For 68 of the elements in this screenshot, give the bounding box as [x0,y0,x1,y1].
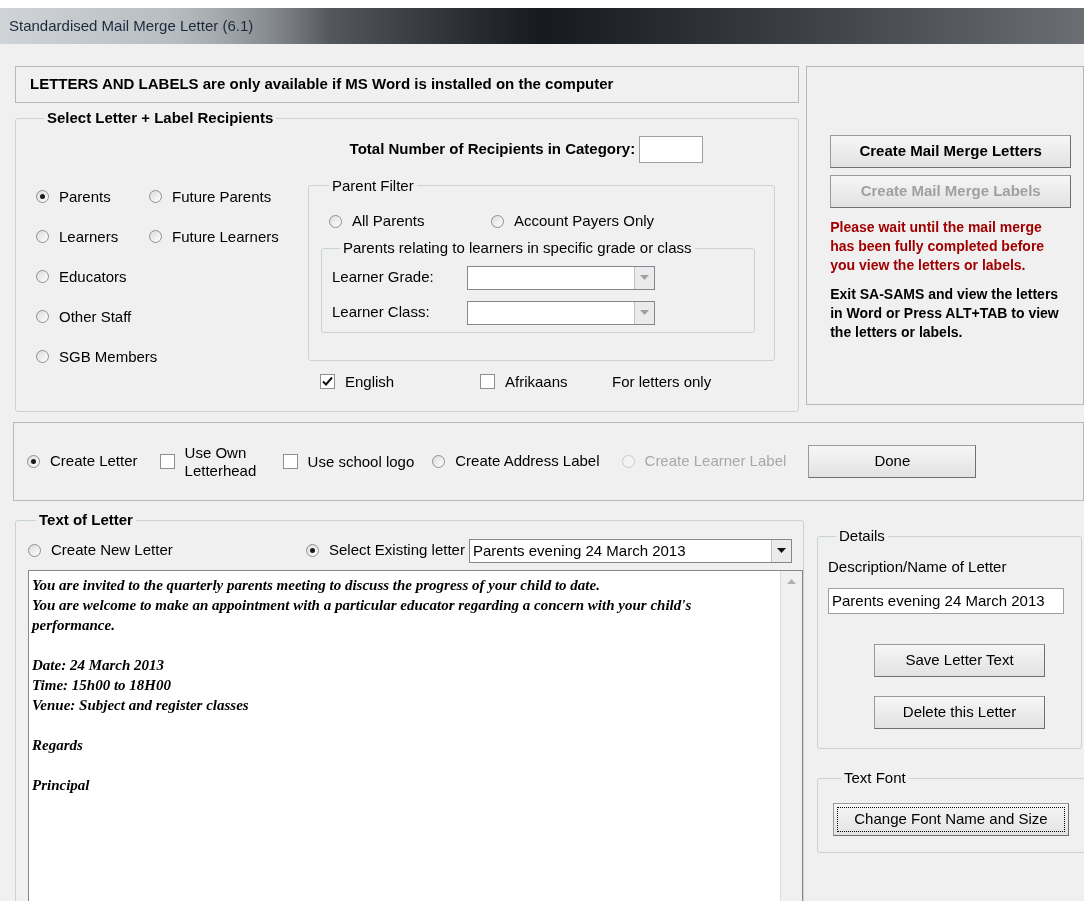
letter-line: Time: 15h00 to 18H00 [32,675,173,695]
font-button[interactable]: Change Font Name and Size [833,802,1069,836]
field-label: Learner Class: [332,302,431,323]
checkbox[interactable] [320,374,335,390]
letter-button[interactable]: Save Letter Text [874,644,1045,677]
notice-text: LETTERS AND LABELS are only available if MS Word is installed on the computer [30,74,614,95]
radio-button[interactable] [149,230,162,243]
output-option[interactable]: Use school logo [282,452,415,471]
letter-mode-option[interactable]: Select Existing letter [306,539,465,562]
group-title: Select Letter + Label Recipients [46,108,275,128]
total-field[interactable] [639,135,704,163]
checkbox[interactable] [480,374,495,390]
letter-button[interactable]: Delete this Letter [874,696,1045,729]
radio-button[interactable] [329,214,342,228]
recipient-option[interactable]: Educators [36,266,149,287]
recipient-option[interactable]: Parents [36,186,149,207]
dropdown[interactable] [467,265,655,290]
filter-option[interactable]: Account Payers Only [491,211,655,231]
radio-button[interactable] [36,270,49,283]
wait-warning: Please wait until the mail merge has been fully completed before you view the letters or labels. [830,218,1046,275]
group-title: Parents relating to learners in specific grade or class [342,238,693,258]
total-label: Total Number of Recipients in Category: [349,138,636,159]
checkbox[interactable] [282,454,298,469]
recipient-option[interactable]: Future Parents [149,186,276,207]
checkbox[interactable] [159,454,175,469]
window-title: Standardised Mail Merge Letter (6.1) [9,15,254,36]
done-button[interactable]: Done [808,445,977,478]
recipient-option[interactable]: SGB Members [36,346,162,367]
radio-button[interactable] [36,310,49,323]
radio-button[interactable] [36,350,49,363]
letter-line: Regards [32,735,84,755]
dropdown-value: Parents evening 24 March 2013 [471,540,687,561]
group-title: Text of Letter [38,510,134,530]
letter-line: You are welcome to make an appointment with a particular educator regarding a concern with your child's performance. [32,595,693,635]
letter-line: You are invited to the quarterly parents meeting to discuss the progress of your child to date. [32,575,601,595]
radio-button[interactable] [432,455,446,468]
language-note: For letters only [612,371,712,392]
radio-button[interactable] [36,230,49,243]
output-option[interactable]: Create Address Label [432,450,600,473]
output-option[interactable]: Use Own Letterhead [159,443,265,480]
letter-name-field[interactable]: Parents evening 24 March 2013 [828,588,1064,614]
language-option[interactable]: Afrikaans [480,370,612,393]
recipient-option[interactable]: Other Staff [36,306,149,327]
letter-line: Venue: Subject and register classes [32,695,250,715]
field-label: Learner Grade: [332,267,435,288]
radio-button[interactable] [491,214,504,228]
radio-button[interactable] [27,455,40,468]
radio-button[interactable] [306,544,319,557]
group-title: Details [838,526,886,546]
dropdown[interactable]: Parents evening 24 March 2013 [468,538,792,563]
scroll-up-icon[interactable] [787,578,796,584]
recipient-option[interactable]: Learners [36,226,149,247]
letter-mode-option[interactable]: Create New Letter [28,539,306,562]
language-option[interactable]: English [320,370,480,393]
letter-line: Date: 24 March 2013 [32,655,166,675]
filter-option[interactable]: All Parents [321,211,491,231]
group-title: Text Font [843,768,907,788]
field-label: Description/Name of Letter [828,556,1008,577]
info-text: Exit SA-SAMS and view the letters in Word or Press ALT+TAB to view the letters or labels. [830,285,1060,342]
recipient-option[interactable]: Future Learners [149,226,283,247]
radio-button[interactable] [36,190,49,203]
group-title: Parent Filter [331,175,415,196]
merge-button[interactable]: Create Mail Merge Letters [830,135,1072,168]
letter-line: Principal [32,775,91,795]
radio-button[interactable] [149,190,162,203]
output-option[interactable]: Create Letter [27,450,138,473]
dropdown[interactable] [467,300,655,325]
radio-button[interactable] [28,544,41,557]
